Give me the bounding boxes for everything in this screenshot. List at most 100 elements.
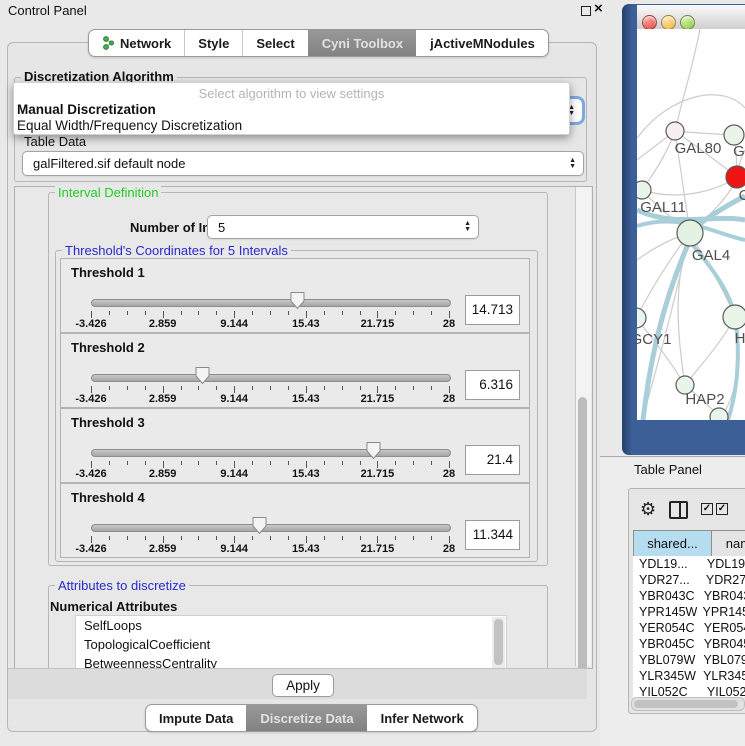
close-traffic-icon[interactable]: [642, 15, 657, 30]
slider-tick: [395, 311, 396, 315]
tab-discretize-data[interactable]: Discretize Data: [246, 705, 366, 731]
slider-track[interactable]: [91, 524, 451, 532]
network-icon: [102, 36, 115, 50]
tick-label: 15.43: [292, 318, 320, 330]
table-row[interactable]: YDL19...YDL19...: [633, 556, 745, 572]
slider-thumb[interactable]: [366, 441, 381, 460]
tab-style[interactable]: Style: [184, 30, 242, 56]
node-label: C: [739, 187, 745, 204]
horizontal-scrollbar-thumb[interactable]: [634, 700, 738, 708]
slider-tick: [377, 386, 378, 393]
node-label: GAL4: [692, 247, 730, 264]
node-h[interactable]: [723, 305, 745, 329]
tick-label: 9.144: [220, 393, 248, 405]
horizontal-scrollbar[interactable]: [631, 697, 745, 711]
split-column-icon[interactable]: [669, 501, 688, 519]
network-window-titlebar[interactable]: [637, 5, 745, 30]
cell-name: YDR27...: [700, 572, 745, 588]
attribute-item[interactable]: SelfLoops: [76, 616, 506, 635]
tab-select[interactable]: Select: [242, 30, 307, 56]
threshold-value-field[interactable]: 6.316: [465, 370, 520, 400]
slider-thumb[interactable]: [252, 516, 267, 535]
table-data-combo[interactable]: galFiltered.sif default node ▲▼: [22, 151, 584, 176]
gear-icon[interactable]: ⚙: [640, 499, 656, 520]
table-row[interactable]: YIL052CYIL052C: [633, 684, 745, 697]
slider-thumb[interactable]: [195, 366, 210, 385]
checkbox-icon[interactable]: ✓: [716, 503, 728, 515]
table-row[interactable]: YPR145WYPR145W: [633, 604, 745, 620]
slider-tick: [431, 461, 432, 465]
algorithm-option[interactable]: Equal Width/Frequency Discretization: [16, 118, 567, 134]
slider-tick: [91, 461, 92, 468]
tab-label: Impute Data: [159, 711, 233, 726]
tab-infer-network[interactable]: Infer Network: [367, 705, 477, 731]
slider-tick: [306, 536, 307, 543]
node-gal4[interactable]: [677, 220, 703, 246]
tick-label: 2.859: [149, 468, 177, 480]
tab-cyni-toolbox[interactable]: Cyni Toolbox: [308, 30, 416, 56]
slider-tick: [270, 461, 271, 465]
tick-label: 28: [443, 318, 455, 330]
slider-thumb[interactable]: [290, 291, 305, 310]
table-row[interactable]: YER054CYER054C: [633, 620, 745, 636]
slider-tick: [181, 461, 182, 465]
cell-shared-name: YBR043C: [633, 588, 698, 604]
slider-track[interactable]: [91, 299, 451, 307]
threshold-box: Threshold 2-3.4262.8599.14415.4321.71528…: [60, 333, 530, 408]
algorithm-option[interactable]: Manual Discretization: [16, 102, 567, 118]
node-gal11[interactable]: [637, 181, 651, 199]
table-row[interactable]: YLR345WYLR345W: [633, 668, 745, 684]
node-gcy1[interactable]: [637, 308, 646, 328]
slider-tick: [252, 311, 253, 315]
tab-impute-data[interactable]: Impute Data: [146, 705, 246, 731]
apply-button[interactable]: Apply: [272, 674, 334, 697]
slider-track[interactable]: [91, 449, 451, 457]
minimize-traffic-icon[interactable]: [661, 15, 676, 30]
table-row[interactable]: YBR045CYBR045C: [633, 636, 745, 652]
node-bottom[interactable]: [710, 408, 728, 420]
attribute-item[interactable]: TopologicalCoefficient: [76, 635, 506, 654]
threshold-value-field[interactable]: 14.713: [465, 295, 520, 325]
vertical-scrollbar-thumb[interactable]: [578, 397, 587, 689]
slider-tick: [324, 386, 325, 390]
cell-shared-name: YIL052C: [633, 684, 701, 697]
float-window-icon[interactable]: [581, 6, 591, 16]
tab-jactivemnodules[interactable]: jActiveMNodules: [416, 30, 548, 56]
slider-tick: [127, 536, 128, 540]
threshold-value-field[interactable]: 21.4: [465, 445, 520, 475]
slider-tick: [413, 386, 414, 390]
slider-tick: [145, 461, 146, 465]
numerical-attributes-list: SelfLoopsTopologicalCoefficientBetweenne…: [75, 615, 507, 669]
number-of-intervals-combo[interactable]: 5 ▲▼: [207, 215, 479, 239]
close-icon[interactable]: ×: [594, 0, 603, 17]
zoom-traffic-icon[interactable]: [680, 15, 695, 30]
cell-name: YER054C: [698, 620, 745, 636]
node-pink[interactable]: [666, 122, 684, 140]
tab-label: Cyni Toolbox: [322, 36, 403, 51]
network-edge: [642, 131, 675, 190]
slider-tick: [216, 386, 217, 390]
attributes-scrollbar-thumb[interactable]: [494, 619, 503, 665]
vertical-scrollbar[interactable]: [575, 187, 591, 666]
threshold-label: Threshold 2: [71, 340, 145, 355]
slider-tick: [431, 536, 432, 540]
slider-tick: [395, 536, 396, 540]
node-top-right[interactable]: [724, 125, 744, 145]
threshold-value-field[interactable]: 11.344: [465, 520, 520, 550]
checkbox-icon[interactable]: ✓: [701, 503, 713, 515]
attribute-item[interactable]: BetweennessCentrality: [76, 654, 506, 669]
table-row[interactable]: YBL079WYBL079W: [633, 652, 745, 668]
tick-label: 21.715: [361, 468, 395, 480]
column-header-name[interactable]: name: [711, 530, 745, 557]
node-label: GCY1: [637, 331, 671, 348]
tick-label: 28: [443, 543, 455, 555]
attributes-scrollbar[interactable]: [492, 617, 505, 669]
node-red[interactable]: [726, 166, 745, 188]
slider-track[interactable]: [91, 374, 451, 382]
tick-label: 2.859: [149, 318, 177, 330]
column-header-shared[interactable]: shared...: [633, 530, 712, 557]
tab-network[interactable]: Network: [89, 30, 184, 56]
table-row[interactable]: YBR043CYBR043C: [633, 588, 745, 604]
table-row[interactable]: YDR27...YDR27...: [633, 572, 745, 588]
network-canvas[interactable]: GAL80GACGAL11GAL4GCY1HHAP2: [637, 29, 745, 420]
